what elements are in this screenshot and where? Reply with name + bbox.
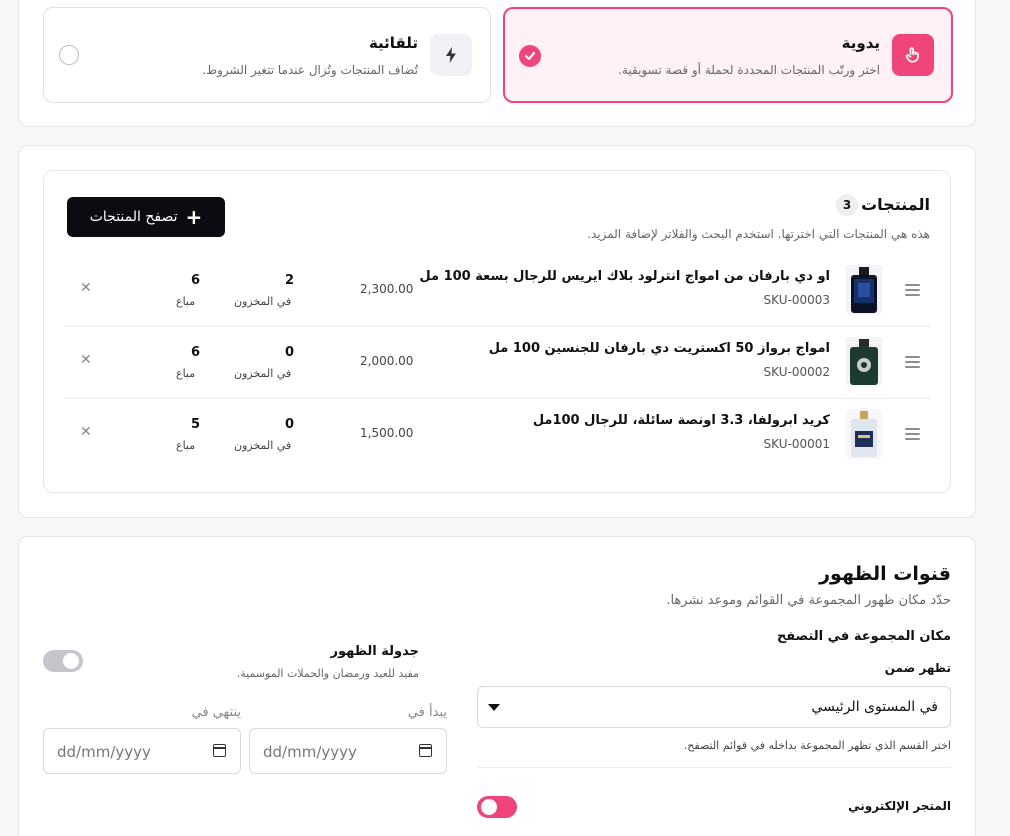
product-price: 2,000.00: [360, 354, 414, 368]
product-sold-label: مباع: [176, 439, 196, 452]
schedule-toggle[interactable]: [43, 650, 83, 672]
product-row: امواج برواز 50 اكستريت دي بارفان للجنسين…: [64, 327, 930, 399]
appear-in-value: في المستوى الرئيسي: [811, 699, 938, 715]
appear-in-select[interactable]: في المستوى الرئيسي: [477, 686, 951, 728]
automatic-type-title: تلقائية: [368, 34, 418, 52]
product-row: او دي بارفان من امواج انترلود بلاك ايريس…: [64, 255, 930, 327]
caret-down-icon: [488, 704, 500, 711]
product-sku: SKU-00002: [763, 365, 830, 379]
collection-type-panel: يدوية اختر ورتّب المنتجات المحددة لحملة …: [18, 0, 976, 127]
product-sold-count: 6: [191, 273, 201, 288]
manual-type-description: اختر ورتّب المنتجات المحددة لحملة أو قصة…: [618, 63, 880, 77]
product-sold-label: مباع: [176, 295, 196, 308]
product-sku: SKU-00003: [763, 293, 830, 307]
products-subtitle: هذه هي المنتجات التي اخترتها. استخدم الب…: [587, 227, 930, 241]
product-sku: SKU-00001: [763, 437, 830, 451]
visibility-title: قنوات الظهور: [819, 563, 951, 585]
products-box: المنتجات 3 هذه هي المنتجات التي اخترتها.…: [43, 170, 951, 493]
visibility-subtitle: حدّد مكان ظهور المجموعة في القوائم وموعد…: [666, 593, 951, 608]
remove-product-icon[interactable]: ✕: [80, 352, 92, 368]
start-date-placeholder: dd/mm/yyyy: [263, 743, 357, 761]
product-stock-count: 2: [285, 273, 295, 288]
drag-handle-icon[interactable]: [905, 284, 920, 296]
lightning-icon: [430, 34, 472, 76]
divider: [477, 767, 951, 768]
browse-location-label: مكان المجموعة في التصفح: [776, 629, 951, 644]
product-row: كريد ابرولفا، 3.3 اونصة سائلة، للرجال 10…: [64, 399, 930, 471]
product-stock-count: 0: [285, 417, 295, 432]
automatic-type-description: تُضاف المنتجات وتُزال عندما تتغير الشروط…: [202, 63, 418, 77]
product-thumbnail: [846, 265, 882, 315]
selected-check-icon: [519, 45, 541, 67]
online-store-label: المتجر الإلكتروني: [848, 799, 951, 813]
manual-type-title: يدوية: [841, 34, 880, 52]
appear-in-help: اختر القسم الذي تظهر المجموعة بداخله في …: [683, 739, 951, 752]
product-thumbnail: [846, 409, 882, 459]
schedule-title: جدولة الظهور: [330, 644, 419, 659]
appear-in-label: تظهر ضمن: [884, 661, 951, 675]
drag-handle-icon[interactable]: [905, 356, 920, 368]
plus-icon: +: [185, 205, 203, 229]
hand-pointer-icon: [892, 34, 934, 76]
product-name: امواج برواز 50 اكستريت دي بارفان للجنسين…: [488, 341, 830, 356]
product-price: 2,300.00: [360, 282, 414, 296]
end-date-input[interactable]: dd/mm/yyyy: [43, 728, 241, 774]
products-count-badge: 3: [836, 194, 858, 216]
product-name: كريد ابرولفا، 3.3 اونصة سائلة، للرجال 10…: [532, 413, 830, 428]
product-price: 1,500.00: [360, 426, 414, 440]
online-store-toggle[interactable]: [477, 796, 517, 818]
product-name: او دي بارفان من امواج انترلود بلاك ايريس…: [419, 269, 830, 284]
product-sold-label: مباع: [176, 367, 196, 380]
products-title: المنتجات: [861, 195, 930, 214]
visibility-panel: قنوات الظهور حدّد مكان ظهور المجموعة في …: [18, 536, 976, 836]
product-stock-label: في المخزون: [234, 439, 292, 452]
end-date-label: ينتهي في: [191, 705, 241, 720]
product-sold-count: 6: [191, 345, 201, 360]
browse-products-button[interactable]: + تصفح المنتجات: [67, 197, 225, 237]
remove-product-icon[interactable]: ✕: [80, 424, 92, 440]
product-stock-label: في المخزون: [234, 367, 292, 380]
browse-products-label: تصفح المنتجات: [89, 209, 178, 225]
product-thumbnail: [846, 337, 882, 387]
start-date-input[interactable]: dd/mm/yyyy: [249, 728, 447, 774]
end-date-placeholder: dd/mm/yyyy: [57, 743, 151, 761]
remove-product-icon[interactable]: ✕: [80, 280, 92, 296]
drag-handle-icon[interactable]: [905, 428, 920, 440]
schedule-subtitle: مفيد للعيد ورمضان والحملات الموسمية.: [236, 667, 419, 680]
automatic-type-card[interactable]: تلقائية تُضاف المنتجات وتُزال عندما تتغي…: [43, 7, 491, 103]
calendar-icon[interactable]: [419, 744, 432, 757]
product-stock-count: 0: [285, 345, 295, 360]
start-date-label: يبدأ في: [407, 705, 447, 720]
product-stock-label: في المخزون: [234, 295, 292, 308]
products-panel: المنتجات 3 هذه هي المنتجات التي اخترتها.…: [18, 145, 976, 518]
unselected-radio[interactable]: [59, 45, 79, 65]
calendar-icon[interactable]: [213, 744, 226, 757]
manual-type-card[interactable]: يدوية اختر ورتّب المنتجات المحددة لحملة …: [503, 7, 953, 103]
product-sold-count: 5: [191, 417, 201, 432]
